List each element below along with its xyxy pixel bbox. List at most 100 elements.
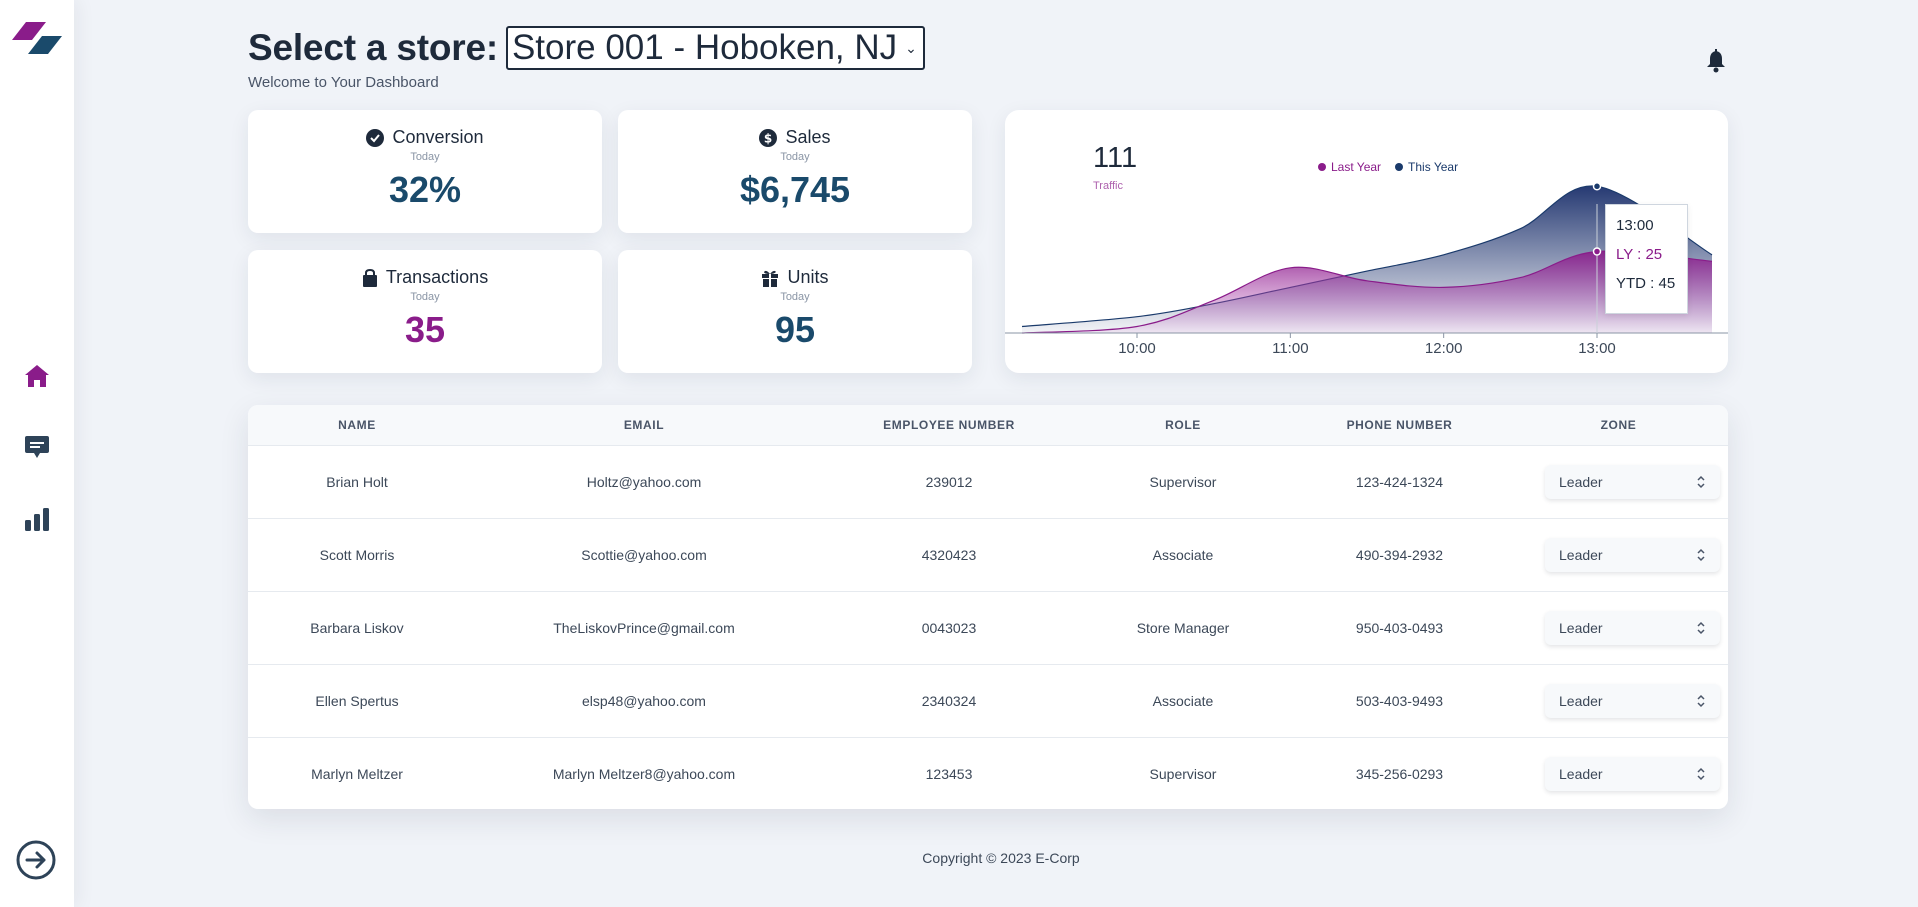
table-row[interactable]: Scott Morris Scottie@yahoo.com 4320423 Asso… <box>248 518 1728 591</box>
x-tick-label: 13:00 <box>1578 340 1616 357</box>
zone-select[interactable]: Leader <box>1545 465 1720 499</box>
card-title: Conversion <box>392 127 484 147</box>
zone-select-value: Leader <box>1559 766 1603 782</box>
card-value: 95 <box>774 309 816 350</box>
card-value: 32% <box>388 169 462 210</box>
tooltip-ytd: YTD : 45 <box>1616 275 1676 292</box>
sidebar-item-reports[interactable] <box>22 504 52 534</box>
cell-email: elsp48@yahoo.com <box>582 693 706 709</box>
cell-name: Scott Morris <box>319 547 395 563</box>
cell-employee-number: 123453 <box>925 766 973 782</box>
cell-phone: 490-394-2932 <box>1355 547 1444 563</box>
chevron-down-icon: ⌄ <box>905 39 917 56</box>
transactions-card: Transactions Today 35 <box>248 250 602 373</box>
tooltip-time: 13:00 <box>1616 217 1654 234</box>
page-subtitle: Welcome to Your Dashboard <box>248 74 439 91</box>
units-card: Units Today 95 <box>618 250 972 373</box>
store-select[interactable]: Store 001 - Hoboken, NJ ⌄ <box>505 26 925 70</box>
cell-phone: 123-424-1324 <box>1355 474 1444 490</box>
page-header: Select a store: Store 001 - Hoboken, NJ … <box>248 26 925 91</box>
dollar-circle-icon: $ <box>759 128 778 147</box>
traffic-chart-card: 111 Traffic Last Year This Year 10:00 11:… <box>1005 110 1728 373</box>
sales-card: $ Sales Today $6,745 <box>618 110 972 233</box>
table-row[interactable]: Brian Holt Holtz@yahoo.com 239012 Superviso… <box>248 445 1728 518</box>
table-row[interactable]: Barbara Liskov TheLiskovPrince@gmail.com 0… <box>248 591 1728 664</box>
shopping-bag-icon <box>362 268 377 287</box>
conversion-card: Conversion Today 32% <box>248 110 602 233</box>
cell-role: Associate <box>1152 547 1214 563</box>
chat-icon <box>25 436 49 458</box>
cell-name: Marlyn Meltzer <box>311 766 403 782</box>
zone-select-value: Leader <box>1559 547 1603 563</box>
column-header[interactable]: NAME <box>248 418 466 432</box>
cell-role: Supervisor <box>1149 474 1217 490</box>
logo <box>12 22 62 54</box>
x-tick-label: 11:00 <box>1272 340 1308 357</box>
column-header[interactable]: PHONE NUMBER <box>1290 418 1509 432</box>
zone-select-value: Leader <box>1559 693 1603 709</box>
home-icon <box>25 365 49 387</box>
card-value: 35 <box>404 309 446 350</box>
sidebar-item-messages[interactable] <box>22 432 52 462</box>
bell-icon[interactable] <box>1705 49 1727 73</box>
cell-employee-number: 0043023 <box>921 620 977 636</box>
table-row[interactable]: Marlyn Meltzer Marlyn Meltzer8@yahoo.com 1… <box>248 737 1728 809</box>
employee-table: NAME EMAIL EMPLOYEE NUMBER ROLE PHONE NU… <box>248 405 1728 809</box>
svg-text:$: $ <box>764 131 772 145</box>
cell-name: Barbara Liskov <box>310 620 404 636</box>
cell-email: TheLiskovPrince@gmail.com <box>553 620 735 636</box>
tooltip-ly: LY : 25 <box>1616 246 1663 263</box>
column-header[interactable]: ZONE <box>1509 418 1728 432</box>
card-value: $6,745 <box>739 169 851 210</box>
x-tick-label: 10:00 <box>1118 340 1156 357</box>
card-period: Today <box>410 291 440 303</box>
card-period: Today <box>780 291 810 303</box>
card-title: Transactions <box>385 267 489 287</box>
chevron-updown-icon <box>1697 621 1705 635</box>
column-header[interactable]: EMAIL <box>466 418 822 432</box>
footer: Copyright © 2023 E-Corp <box>0 850 1918 866</box>
page-title: Select a store: <box>248 27 498 68</box>
cell-phone: 345-256-0293 <box>1355 766 1444 782</box>
cell-zone: Leader <box>1509 684 1728 718</box>
cell-employee-number: 2340324 <box>921 693 977 709</box>
cell-email: Holtz@yahoo.com <box>586 474 702 490</box>
cell-role: Store Manager <box>1136 620 1230 636</box>
zone-select[interactable]: Leader <box>1545 538 1720 572</box>
cell-zone: Leader <box>1509 757 1728 791</box>
table-row[interactable]: Ellen Spertus elsp48@yahoo.com 2340324 Asso… <box>248 664 1728 737</box>
cell-zone: Leader <box>1509 538 1728 572</box>
chevron-updown-icon <box>1697 767 1705 781</box>
chevron-updown-icon <box>1697 694 1705 708</box>
sidebar <box>0 0 74 907</box>
x-axis-ticks: 10:00 11:00 12:00 13:00 <box>1118 333 1616 357</box>
x-tick-label: 12:00 <box>1425 340 1463 357</box>
chevron-updown-icon <box>1697 548 1705 562</box>
cell-email: Scottie@yahoo.com <box>581 547 707 563</box>
zone-select[interactable]: Leader <box>1545 611 1720 645</box>
card-title: Sales <box>785 127 831 147</box>
store-select-value: Store 001 - Hoboken, NJ <box>511 28 898 67</box>
zone-select-value: Leader <box>1559 474 1603 490</box>
cell-employee-number: 4320423 <box>921 547 977 563</box>
cell-role: Associate <box>1152 693 1214 709</box>
hover-point-last-year <box>1592 247 1602 256</box>
bar-chart-icon <box>25 508 49 531</box>
table-body: Brian Holt Holtz@yahoo.com 239012 Superviso… <box>248 445 1728 809</box>
zone-select-value: Leader <box>1559 620 1603 636</box>
chart-tooltip: 13:00 LY : 25 YTD : 45 <box>1605 204 1688 314</box>
sidebar-item-home[interactable] <box>22 361 52 391</box>
cell-phone: 950-403-0493 <box>1355 620 1444 636</box>
card-title: Units <box>787 267 829 287</box>
copyright-text: Copyright © 2023 E-Corp <box>922 850 1080 866</box>
column-header[interactable]: EMPLOYEE NUMBER <box>822 418 1076 432</box>
column-header[interactable]: ROLE <box>1076 418 1290 432</box>
check-circle-icon <box>366 128 385 147</box>
cell-employee-number: 239012 <box>925 474 973 490</box>
cell-zone: Leader <box>1509 465 1728 499</box>
zone-select[interactable]: Leader <box>1545 684 1720 718</box>
cell-role: Supervisor <box>1149 766 1217 782</box>
cell-zone: Leader <box>1509 611 1728 645</box>
zone-select[interactable]: Leader <box>1545 757 1720 791</box>
hover-point-this-year <box>1592 182 1602 191</box>
